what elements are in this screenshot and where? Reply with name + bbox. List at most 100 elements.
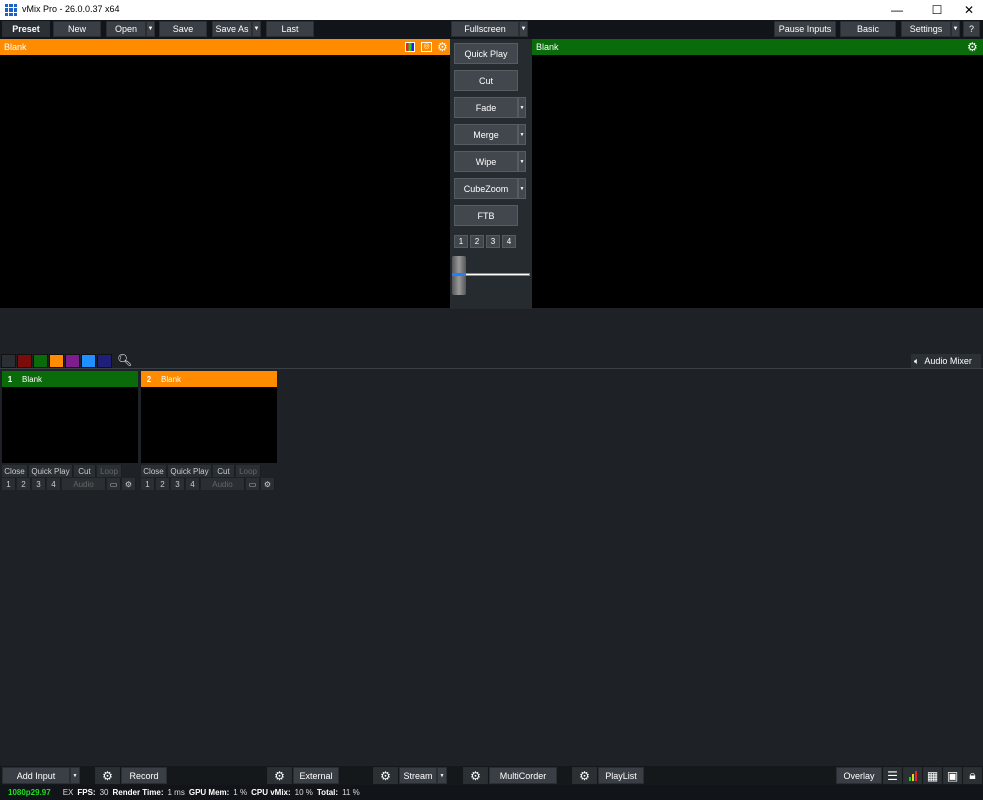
bottom-toolbar: Add Input ▼ ⚙ Record ⚙ External ⚙ Stream… bbox=[0, 766, 983, 785]
input-1-header[interactable]: 1 Blank bbox=[2, 371, 138, 387]
record-button[interactable]: Record bbox=[121, 767, 167, 784]
input-2-cut-button[interactable]: Cut bbox=[213, 465, 235, 477]
external-button[interactable]: External bbox=[293, 767, 339, 784]
output-screen[interactable] bbox=[532, 55, 983, 308]
t-bar-handle[interactable] bbox=[452, 256, 466, 295]
save-as-button[interactable]: Save As bbox=[212, 21, 252, 37]
output-header[interactable]: Blank bbox=[532, 39, 983, 55]
input-1-quick-play-button[interactable]: Quick Play bbox=[29, 465, 73, 477]
minimize-button[interactable]: — bbox=[880, 0, 914, 20]
preview-header[interactable]: Blank bbox=[0, 39, 450, 55]
help-button[interactable]: ? bbox=[963, 21, 980, 37]
save-as-dropdown-icon[interactable]: ▼ bbox=[252, 21, 261, 37]
color-bars-icon[interactable] bbox=[405, 42, 415, 52]
open-dropdown-icon[interactable]: ▼ bbox=[146, 21, 155, 37]
input-1-num-1[interactable]: 1 bbox=[2, 478, 16, 490]
stream-dropdown-icon[interactable]: ▼ bbox=[437, 767, 447, 784]
fullscreen-dropdown-icon[interactable]: ▼ bbox=[519, 21, 528, 37]
input-1-audio-button[interactable]: Audio bbox=[62, 478, 106, 490]
input-2-quick-play-button[interactable]: Quick Play bbox=[168, 465, 212, 477]
multicorder-button[interactable]: MultiCorder bbox=[489, 767, 557, 784]
input-2-thumbnail[interactable] bbox=[141, 387, 277, 463]
input-2-monitor-icon[interactable]: ▭ bbox=[246, 478, 260, 490]
input-2-header[interactable]: 2 Blank bbox=[141, 371, 277, 387]
ftb-button[interactable]: FTB bbox=[454, 205, 518, 226]
settings-button[interactable]: Settings bbox=[901, 21, 951, 37]
audio-meter-icon[interactable] bbox=[903, 767, 922, 784]
input-2-loop-button[interactable]: Loop bbox=[236, 465, 261, 477]
grid-view-icon[interactable]: ▦ bbox=[923, 767, 942, 784]
input-2-num-2[interactable]: 2 bbox=[156, 478, 170, 490]
audio-mixer-button[interactable]: 🔈︎ Audio Mixer bbox=[911, 354, 981, 368]
save-button[interactable]: Save bbox=[159, 21, 207, 37]
input-2-audio-button[interactable]: Audio bbox=[201, 478, 245, 490]
input-2-gear-icon[interactable]: ⚙ bbox=[261, 478, 275, 490]
filter-green-swatch[interactable] bbox=[33, 354, 48, 368]
stream-gear-icon[interactable]: ⚙ bbox=[373, 767, 398, 784]
open-button[interactable]: Open bbox=[106, 21, 146, 37]
fullscreen-button[interactable]: Fullscreen bbox=[451, 21, 519, 37]
output-gear-icon[interactable]: ⚙ bbox=[967, 40, 979, 54]
lock-icon[interactable]: 🔒︎ bbox=[963, 767, 982, 784]
filter-red-swatch[interactable] bbox=[17, 354, 32, 368]
quick-play-button[interactable]: Quick Play bbox=[454, 43, 518, 64]
multicorder-gear-icon[interactable]: ⚙ bbox=[463, 767, 488, 784]
preview-gear-icon[interactable]: ⚙ bbox=[437, 40, 449, 54]
wipe-button[interactable]: Wipe bbox=[454, 151, 518, 172]
pause-inputs-button[interactable]: Pause Inputs bbox=[774, 21, 836, 37]
external-gear-icon[interactable]: ⚙ bbox=[267, 767, 292, 784]
input-1-monitor-icon[interactable]: ▭ bbox=[107, 478, 121, 490]
input-1-num-4[interactable]: 4 bbox=[47, 478, 61, 490]
basic-button[interactable]: Basic bbox=[840, 21, 896, 37]
maximize-button[interactable]: ☐ bbox=[920, 0, 954, 20]
record-gear-icon[interactable]: ⚙ bbox=[95, 767, 120, 784]
new-button[interactable]: New bbox=[53, 21, 101, 37]
camera-icon[interactable]: ▣ bbox=[943, 767, 962, 784]
stream-button[interactable]: Stream bbox=[399, 767, 437, 784]
transition-1-button[interactable]: 1 bbox=[454, 235, 468, 248]
filter-blue-swatch[interactable] bbox=[81, 354, 96, 368]
list-view-icon[interactable]: ☰ bbox=[883, 767, 902, 784]
fade-dropdown-icon[interactable]: ▼ bbox=[518, 97, 526, 118]
snapshot-icon[interactable]: ◎ bbox=[421, 42, 432, 52]
transition-3-button[interactable]: 3 bbox=[486, 235, 500, 248]
cubezoom-dropdown-icon[interactable]: ▼ bbox=[518, 178, 526, 199]
input-1-gear-icon[interactable]: ⚙ bbox=[122, 478, 136, 490]
settings-dropdown-icon[interactable]: ▼ bbox=[951, 21, 960, 37]
merge-button[interactable]: Merge bbox=[454, 124, 518, 145]
input-1-loop-button[interactable]: Loop bbox=[97, 465, 122, 477]
transition-2-button[interactable]: 2 bbox=[470, 235, 484, 248]
input-1-cut-button[interactable]: Cut bbox=[74, 465, 96, 477]
filter-all-swatch[interactable] bbox=[1, 354, 16, 368]
overlay-button[interactable]: Overlay bbox=[836, 767, 882, 784]
input-1-num-3[interactable]: 3 bbox=[32, 478, 46, 490]
input-1-close-button[interactable]: Close bbox=[2, 465, 28, 477]
status-total-label: Total: bbox=[316, 788, 339, 797]
input-2-num-4[interactable]: 4 bbox=[186, 478, 200, 490]
input-1-num-2[interactable]: 2 bbox=[17, 478, 31, 490]
fade-button[interactable]: Fade bbox=[454, 97, 518, 118]
status-render-label: Render Time: bbox=[112, 788, 164, 797]
transition-4-button[interactable]: 4 bbox=[502, 235, 516, 248]
close-window-button[interactable]: ✕ bbox=[952, 0, 983, 20]
add-input-button[interactable]: Add Input bbox=[2, 767, 70, 784]
last-button[interactable]: Last bbox=[266, 21, 314, 37]
input-2-num-3[interactable]: 3 bbox=[171, 478, 185, 490]
input-2-num-1[interactable]: 1 bbox=[141, 478, 155, 490]
cut-button[interactable]: Cut bbox=[454, 70, 518, 91]
filter-orange-swatch[interactable] bbox=[49, 354, 64, 368]
playlist-button[interactable]: PlayList bbox=[598, 767, 644, 784]
filter-navy-swatch[interactable] bbox=[97, 354, 112, 368]
input-1-thumbnail[interactable] bbox=[2, 387, 138, 463]
filter-purple-swatch[interactable] bbox=[65, 354, 80, 368]
preview-screen[interactable] bbox=[0, 55, 450, 308]
playlist-gear-icon[interactable]: ⚙ bbox=[572, 767, 597, 784]
merge-dropdown-icon[interactable]: ▼ bbox=[518, 124, 526, 145]
search-icon[interactable]: 🔍︎ bbox=[117, 353, 132, 367]
preset-button[interactable]: Preset bbox=[2, 21, 50, 37]
input-2-close-button[interactable]: Close bbox=[141, 465, 167, 477]
add-input-dropdown-icon[interactable]: ▼ bbox=[70, 767, 80, 784]
wipe-dropdown-icon[interactable]: ▼ bbox=[518, 151, 526, 172]
cubezoom-button[interactable]: CubeZoom bbox=[454, 178, 518, 199]
t-bar-track[interactable] bbox=[464, 273, 530, 276]
